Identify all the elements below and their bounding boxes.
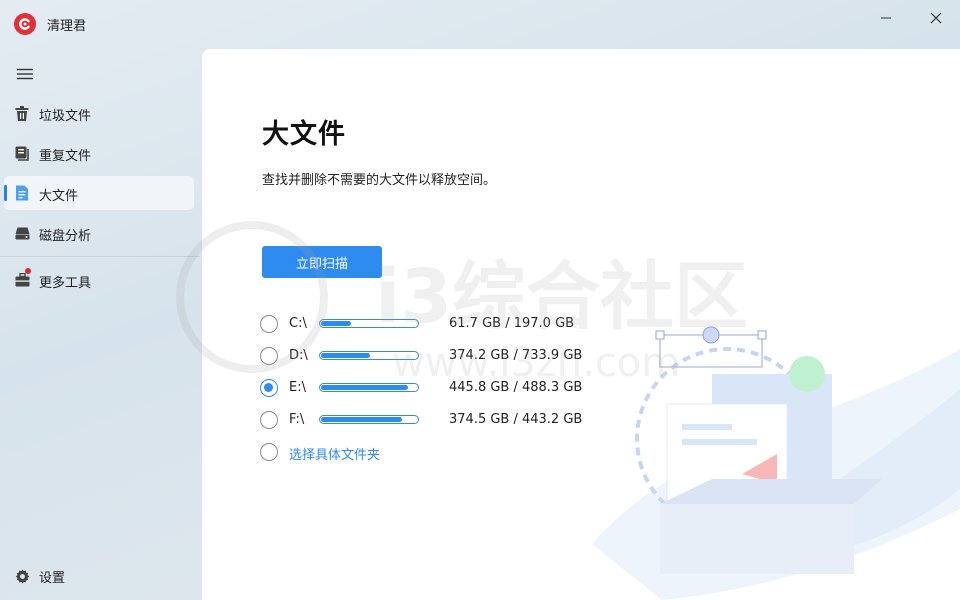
drive-size: 374.5 GB / 443.2 GB	[449, 412, 583, 427]
drive-label: C:\	[289, 316, 307, 331]
gear-icon	[14, 568, 30, 584]
active-indicator	[4, 185, 7, 201]
drive-size: 61.7 GB / 197.0 GB	[449, 316, 575, 331]
notification-badge	[25, 268, 31, 274]
toolbox-icon	[14, 272, 30, 288]
large-file-icon	[14, 185, 30, 201]
usage-fill	[321, 385, 409, 390]
usage-fill	[321, 417, 402, 422]
folder-radio[interactable]	[260, 443, 278, 461]
drive-radio[interactable]	[260, 411, 278, 429]
main-panel: 大文件 查找并删除不需要的大文件以释放空间。 立即扫描 C:\ 61.7 GB …	[202, 49, 960, 600]
sidebar-item-large-files[interactable]: 大文件	[4, 176, 194, 210]
usage-bar	[319, 351, 419, 360]
drive-row-c[interactable]: C:\ 61.7 GB / 197.0 GB	[260, 312, 590, 336]
disk-icon	[14, 225, 30, 241]
menu-toggle-button[interactable]	[14, 66, 36, 82]
sidebar-divider	[0, 256, 200, 257]
app-title: 清理君	[47, 19, 87, 34]
drive-radio[interactable]	[260, 379, 278, 397]
usage-bar	[319, 415, 419, 424]
drive-radio[interactable]	[260, 347, 278, 365]
drive-radio[interactable]	[260, 315, 278, 333]
app-logo-icon	[14, 13, 36, 35]
choose-folder-row[interactable]: 选择具体文件夹	[260, 440, 590, 464]
drive-label: F:\	[289, 412, 305, 427]
drive-size: 445.8 GB / 488.3 GB	[449, 380, 583, 395]
drive-row-d[interactable]: D:\ 374.2 GB / 733.9 GB	[260, 344, 590, 368]
sidebar-item-label: 垃圾文件	[39, 109, 92, 124]
usage-fill	[321, 353, 370, 358]
usage-fill	[321, 321, 351, 326]
sidebar-item-disk-analysis[interactable]: 磁盘分析	[4, 216, 194, 250]
sidebar-item-label: 磁盘分析	[39, 229, 92, 244]
sidebar-item-more-tools[interactable]: 更多工具	[4, 263, 194, 297]
settings-label: 设置	[39, 571, 66, 586]
sidebar-item-label: 重复文件	[39, 149, 92, 164]
usage-bar	[319, 319, 419, 328]
sidebar-item-label: 更多工具	[39, 276, 92, 291]
trash-icon	[14, 105, 30, 121]
drive-row-f[interactable]: F:\ 374.5 GB / 443.2 GB	[260, 408, 590, 432]
minimize-button[interactable]	[866, 6, 906, 30]
close-button[interactable]	[916, 6, 956, 30]
usage-bar	[319, 383, 419, 392]
scan-now-button[interactable]: 立即扫描	[262, 246, 382, 278]
large-file-illustration	[592, 326, 960, 600]
sidebar-item-settings[interactable]: 设置	[4, 562, 194, 590]
drive-label: E:\	[289, 380, 306, 395]
close-icon	[930, 12, 942, 24]
minimize-icon	[881, 17, 891, 19]
title-bar: 清理君	[0, 0, 960, 48]
app-window: 清理君 垃圾文件 重复文件 大文件 磁盘分析 更多工具 设置 大文件 查找并删除…	[0, 0, 960, 600]
duplicate-files-icon	[14, 145, 30, 161]
drive-row-e[interactable]: E:\ 445.8 GB / 488.3 GB	[260, 376, 590, 400]
choose-folder-link[interactable]: 选择具体文件夹	[289, 444, 380, 463]
drive-label: D:\	[289, 348, 308, 363]
sidebar-item-duplicate-files[interactable]: 重复文件	[4, 136, 194, 170]
hamburger-menu-icon	[17, 68, 33, 80]
sidebar-item-junk-files[interactable]: 垃圾文件	[4, 96, 194, 130]
page-title: 大文件	[262, 119, 346, 150]
drive-size: 374.2 GB / 733.9 GB	[449, 348, 583, 363]
sidebar-item-label: 大文件	[39, 189, 79, 204]
page-description: 查找并删除不需要的大文件以释放空间。	[262, 173, 497, 188]
